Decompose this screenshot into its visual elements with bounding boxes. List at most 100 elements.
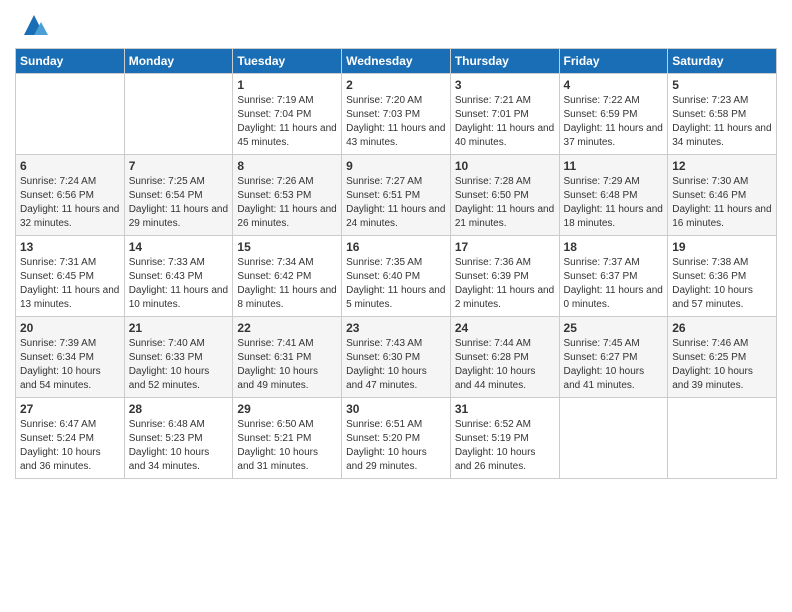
cell-info: Sunrise: 7:35 AM Sunset: 6:40 PM Dayligh…: [346, 256, 446, 312]
cell-info: Sunrise: 6:51 AM Sunset: 5:20 PM Dayligh…: [346, 418, 446, 474]
day-number: 15: [237, 240, 337, 254]
day-number: 17: [455, 240, 555, 254]
cell-info: Sunrise: 7:45 AM Sunset: 6:27 PM Dayligh…: [564, 337, 664, 393]
day-number: 4: [564, 78, 664, 92]
week-row-4: 27 Sunrise: 6:47 AM Sunset: 5:24 PM Dayli…: [16, 398, 777, 479]
day-number: 16: [346, 240, 446, 254]
day-header-wednesday: Wednesday: [342, 49, 451, 74]
day-number: 13: [20, 240, 120, 254]
cell-info: Sunrise: 6:50 AM Sunset: 5:21 PM Dayligh…: [237, 418, 337, 474]
calendar-cell: [559, 398, 668, 479]
calendar-cell: 12 Sunrise: 7:30 AM Sunset: 6:46 PM Dayli…: [668, 155, 777, 236]
day-number: 18: [564, 240, 664, 254]
calendar-cell: [124, 74, 233, 155]
day-number: 30: [346, 402, 446, 416]
cell-info: Sunrise: 7:39 AM Sunset: 6:34 PM Dayligh…: [20, 337, 120, 393]
cell-info: Sunrise: 7:26 AM Sunset: 6:53 PM Dayligh…: [237, 175, 337, 231]
calendar-cell: 2 Sunrise: 7:20 AM Sunset: 7:03 PM Daylig…: [342, 74, 451, 155]
day-number: 10: [455, 159, 555, 173]
calendar-cell: 10 Sunrise: 7:28 AM Sunset: 6:50 PM Dayli…: [450, 155, 559, 236]
calendar-cell: 26 Sunrise: 7:46 AM Sunset: 6:25 PM Dayli…: [668, 317, 777, 398]
day-header-tuesday: Tuesday: [233, 49, 342, 74]
calendar-cell: 25 Sunrise: 7:45 AM Sunset: 6:27 PM Dayli…: [559, 317, 668, 398]
day-number: 7: [129, 159, 229, 173]
day-number: 20: [20, 321, 120, 335]
calendar-cell: 16 Sunrise: 7:35 AM Sunset: 6:40 PM Dayli…: [342, 236, 451, 317]
calendar-cell: 9 Sunrise: 7:27 AM Sunset: 6:51 PM Daylig…: [342, 155, 451, 236]
day-number: 21: [129, 321, 229, 335]
cell-info: Sunrise: 7:20 AM Sunset: 7:03 PM Dayligh…: [346, 94, 446, 150]
calendar-cell: 14Sunrise: 7:33 AM Sunset: 6:43 PM Dayli…: [124, 236, 233, 317]
calendar-cell: 18 Sunrise: 7:37 AM Sunset: 6:37 PM Dayli…: [559, 236, 668, 317]
calendar-cell: 4 Sunrise: 7:22 AM Sunset: 6:59 PM Daylig…: [559, 74, 668, 155]
calendar-cell: 30 Sunrise: 6:51 AM Sunset: 5:20 PM Dayli…: [342, 398, 451, 479]
day-header-friday: Friday: [559, 49, 668, 74]
calendar-cell: 11 Sunrise: 7:29 AM Sunset: 6:48 PM Dayli…: [559, 155, 668, 236]
week-row-3: 20 Sunrise: 7:39 AM Sunset: 6:34 PM Dayli…: [16, 317, 777, 398]
calendar-cell: 21 Sunrise: 7:40 AM Sunset: 6:33 PM Dayli…: [124, 317, 233, 398]
day-header-thursday: Thursday: [450, 49, 559, 74]
header: [15, 10, 777, 40]
calendar-cell: 5Sunrise: 7:23 AM Sunset: 6:58 PM Daylig…: [668, 74, 777, 155]
day-number: 2: [346, 78, 446, 92]
cell-info: Sunrise: 7:29 AM Sunset: 6:48 PM Dayligh…: [564, 175, 664, 231]
cell-info: Sunrise: 7:30 AM Sunset: 6:46 PM Dayligh…: [672, 175, 772, 231]
day-number: 24: [455, 321, 555, 335]
day-number: 3: [455, 78, 555, 92]
calendar-cell: 17Sunrise: 7:36 AM Sunset: 6:39 PM Dayli…: [450, 236, 559, 317]
cell-info: Sunrise: 7:37 AM Sunset: 6:37 PM Dayligh…: [564, 256, 664, 312]
logo: [15, 10, 49, 40]
cell-info: Sunrise: 7:33 AM Sunset: 6:43 PM Dayligh…: [129, 256, 229, 312]
cell-info: Sunrise: 7:19 AM Sunset: 7:04 PM Dayligh…: [237, 94, 337, 150]
day-number: 29: [237, 402, 337, 416]
cell-info: Sunrise: 7:46 AM Sunset: 6:25 PM Dayligh…: [672, 337, 772, 393]
cell-info: Sunrise: 6:52 AM Sunset: 5:19 PM Dayligh…: [455, 418, 555, 474]
cell-info: Sunrise: 7:27 AM Sunset: 6:51 PM Dayligh…: [346, 175, 446, 231]
day-number: 11: [564, 159, 664, 173]
day-header-monday: Monday: [124, 49, 233, 74]
cell-info: Sunrise: 7:23 AM Sunset: 6:58 PM Dayligh…: [672, 94, 772, 150]
calendar-cell: 1 Sunrise: 7:19 AM Sunset: 7:04 PM Daylig…: [233, 74, 342, 155]
week-row-2: 13 Sunrise: 7:31 AM Sunset: 6:45 PM Dayli…: [16, 236, 777, 317]
day-number: 27: [20, 402, 120, 416]
cell-info: Sunrise: 7:31 AM Sunset: 6:45 PM Dayligh…: [20, 256, 120, 312]
calendar-cell: [16, 74, 125, 155]
calendar-cell: 22 Sunrise: 7:41 AM Sunset: 6:31 PM Dayli…: [233, 317, 342, 398]
calendar-cell: 28Sunrise: 6:48 AM Sunset: 5:23 PM Dayli…: [124, 398, 233, 479]
day-headers-row: SundayMondayTuesdayWednesdayThursdayFrid…: [16, 49, 777, 74]
day-number: 8: [237, 159, 337, 173]
cell-info: Sunrise: 7:24 AM Sunset: 6:56 PM Dayligh…: [20, 175, 120, 231]
cell-info: Sunrise: 7:25 AM Sunset: 6:54 PM Dayligh…: [129, 175, 229, 231]
week-row-1: 6Sunrise: 7:24 AM Sunset: 6:56 PM Daylig…: [16, 155, 777, 236]
cell-info: Sunrise: 7:41 AM Sunset: 6:31 PM Dayligh…: [237, 337, 337, 393]
calendar-cell: 3Sunrise: 7:21 AM Sunset: 7:01 PM Daylig…: [450, 74, 559, 155]
day-number: 9: [346, 159, 446, 173]
day-header-sunday: Sunday: [16, 49, 125, 74]
calendar-cell: 20 Sunrise: 7:39 AM Sunset: 6:34 PM Dayli…: [16, 317, 125, 398]
day-number: 19: [672, 240, 772, 254]
calendar-cell: 19 Sunrise: 7:38 AM Sunset: 6:36 PM Dayli…: [668, 236, 777, 317]
week-row-0: 1 Sunrise: 7:19 AM Sunset: 7:04 PM Daylig…: [16, 74, 777, 155]
day-number: 28: [129, 402, 229, 416]
day-number: 22: [237, 321, 337, 335]
calendar-cell: 13 Sunrise: 7:31 AM Sunset: 6:45 PM Dayli…: [16, 236, 125, 317]
day-header-saturday: Saturday: [668, 49, 777, 74]
calendar-cell: 23Sunrise: 7:43 AM Sunset: 6:30 PM Dayli…: [342, 317, 451, 398]
cell-info: Sunrise: 7:22 AM Sunset: 6:59 PM Dayligh…: [564, 94, 664, 150]
cell-info: Sunrise: 7:28 AM Sunset: 6:50 PM Dayligh…: [455, 175, 555, 231]
cell-info: Sunrise: 7:40 AM Sunset: 6:33 PM Dayligh…: [129, 337, 229, 393]
day-number: 1: [237, 78, 337, 92]
day-number: 31: [455, 402, 555, 416]
cell-info: Sunrise: 7:34 AM Sunset: 6:42 PM Dayligh…: [237, 256, 337, 312]
calendar-cell: 27 Sunrise: 6:47 AM Sunset: 5:24 PM Dayli…: [16, 398, 125, 479]
day-number: 26: [672, 321, 772, 335]
cell-info: Sunrise: 7:38 AM Sunset: 6:36 PM Dayligh…: [672, 256, 772, 312]
cell-info: Sunrise: 6:47 AM Sunset: 5:24 PM Dayligh…: [20, 418, 120, 474]
day-number: 25: [564, 321, 664, 335]
day-number: 12: [672, 159, 772, 173]
logo-icon: [19, 10, 49, 40]
calendar-cell: 31 Sunrise: 6:52 AM Sunset: 5:19 PM Dayli…: [450, 398, 559, 479]
calendar-table: SundayMondayTuesdayWednesdayThursdayFrid…: [15, 48, 777, 479]
calendar-cell: 29 Sunrise: 6:50 AM Sunset: 5:21 PM Dayli…: [233, 398, 342, 479]
cell-info: Sunrise: 7:43 AM Sunset: 6:30 PM Dayligh…: [346, 337, 446, 393]
